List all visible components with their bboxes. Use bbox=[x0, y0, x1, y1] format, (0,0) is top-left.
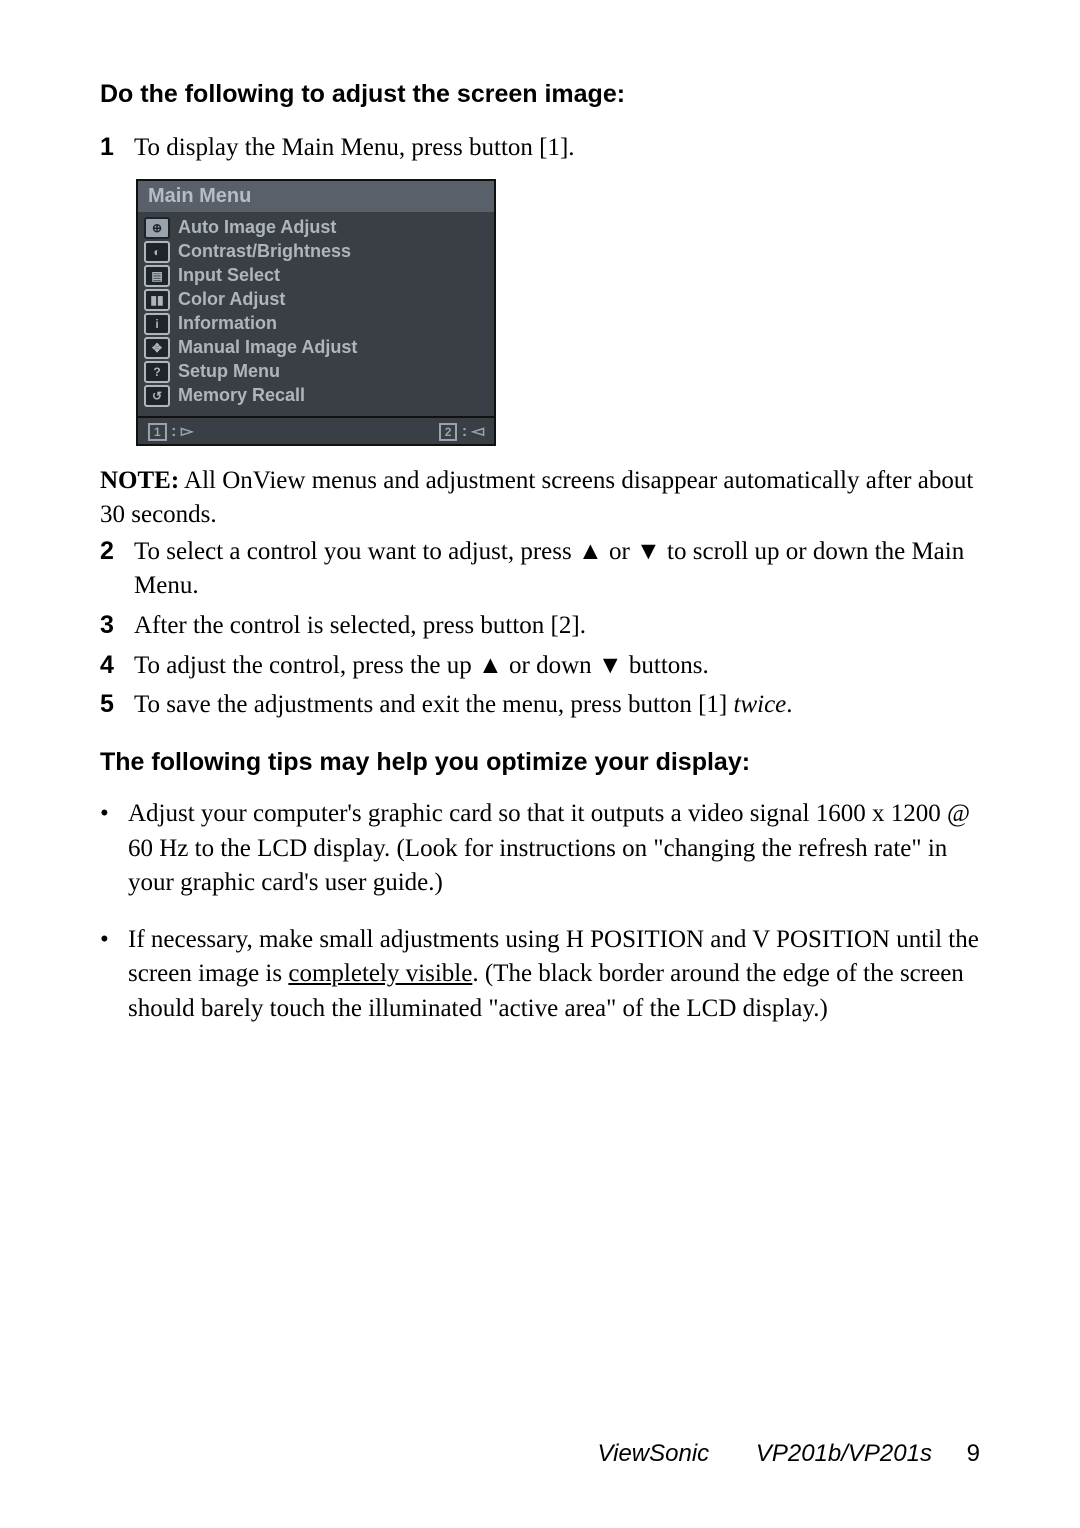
step-number: 2 bbox=[100, 535, 134, 603]
menu-label: Setup Menu bbox=[178, 361, 280, 382]
bullet-icon: • bbox=[100, 923, 128, 1027]
menu-label: Auto Image Adjust bbox=[178, 217, 336, 238]
menu-footer-left: 1 : ▻ bbox=[148, 421, 193, 441]
menu-title: Main Menu bbox=[138, 181, 494, 212]
menu-item-contrast-brightness: ◐ Contrast/Brightness bbox=[144, 240, 488, 264]
menu-label: Memory Recall bbox=[178, 385, 305, 406]
setup-menu-icon: ? bbox=[144, 361, 170, 383]
tip-1: • Adjust your computer's graphic card so… bbox=[100, 797, 980, 901]
step-3: 3 After the control is selected, press b… bbox=[100, 609, 980, 643]
step-text: To display the Main Menu, press button [… bbox=[134, 131, 980, 165]
arrow-left-icon: : ◅ bbox=[462, 423, 484, 440]
menu-label: Contrast/Brightness bbox=[178, 241, 351, 262]
step5-text-a: To save the adjustments and exit the men… bbox=[134, 691, 734, 718]
tip-2: • If necessary, make small adjustments u… bbox=[100, 923, 980, 1027]
footer-page-number: 9 bbox=[967, 1440, 980, 1467]
bullet-icon: • bbox=[100, 797, 128, 901]
note-text: All OnView menus and adjustment screens … bbox=[100, 467, 973, 528]
heading-adjust-image: Do the following to adjust the screen im… bbox=[100, 80, 980, 109]
menu-item-manual-image-adjust: ✥ Manual Image Adjust bbox=[144, 336, 488, 360]
menu-item-color-adjust: ▮▮ Color Adjust bbox=[144, 288, 488, 312]
menu-label: Color Adjust bbox=[178, 289, 285, 310]
menu-label: Input Select bbox=[178, 265, 280, 286]
step-text: To select a control you want to adjust, … bbox=[134, 535, 980, 603]
main-menu-screenshot: Main Menu ⊕ Auto Image Adjust ◐ Contrast… bbox=[136, 179, 496, 446]
note-paragraph: NOTE: All OnView menus and adjustment sc… bbox=[100, 464, 980, 532]
memory-recall-icon: ↺ bbox=[144, 385, 170, 407]
menu-label: Manual Image Adjust bbox=[178, 337, 357, 358]
menu-footer-right: 2 : ◅ bbox=[439, 421, 484, 441]
heading-tips: The following tips may help you optimize… bbox=[100, 748, 980, 777]
step-text: After the control is selected, press but… bbox=[134, 609, 980, 643]
menu-item-memory-recall: ↺ Memory Recall bbox=[144, 384, 488, 408]
step-1: 1 To display the Main Menu, press button… bbox=[100, 131, 980, 165]
key-2-box: 2 bbox=[439, 423, 458, 441]
menu-label: Information bbox=[178, 313, 277, 334]
step-number: 5 bbox=[100, 688, 134, 722]
menu-footer: 1 : ▻ 2 : ◅ bbox=[138, 416, 494, 444]
tip-text: Adjust your computer's graphic card so t… bbox=[128, 797, 980, 901]
menu-item-information: i Information bbox=[144, 312, 488, 336]
menu-item-input-select: ▤ Input Select bbox=[144, 264, 488, 288]
step5-text-twice: twice bbox=[734, 691, 787, 718]
tip-text: If necessary, make small adjustments usi… bbox=[128, 923, 980, 1027]
step-text: To adjust the control, press the up ▲ or… bbox=[134, 649, 980, 683]
information-icon: i bbox=[144, 313, 170, 335]
input-select-icon: ▤ bbox=[144, 265, 170, 287]
note-lead: NOTE: bbox=[100, 467, 179, 494]
auto-image-adjust-icon: ⊕ bbox=[144, 217, 170, 239]
menu-item-setup-menu: ? Setup Menu bbox=[144, 360, 488, 384]
step-number: 4 bbox=[100, 649, 134, 683]
menu-item-auto-image-adjust: ⊕ Auto Image Adjust bbox=[144, 216, 488, 240]
arrow-right-icon: : ▻ bbox=[171, 423, 193, 440]
footer-brand: ViewSonic bbox=[598, 1440, 710, 1467]
step5-text-c: . bbox=[786, 691, 792, 718]
page-footer: ViewSonic VP201b/VP201s 9 bbox=[598, 1440, 980, 1468]
key-1-box: 1 bbox=[148, 423, 167, 441]
contrast-brightness-icon: ◐ bbox=[144, 241, 170, 263]
step-2: 2 To select a control you want to adjust… bbox=[100, 535, 980, 603]
tip2-b: completely visible bbox=[288, 960, 472, 987]
menu-body: ⊕ Auto Image Adjust ◐ Contrast/Brightnes… bbox=[138, 212, 494, 416]
footer-model: VP201b/VP201s bbox=[756, 1440, 932, 1467]
step-4: 4 To adjust the control, press the up ▲ … bbox=[100, 649, 980, 683]
step-number: 3 bbox=[100, 609, 134, 643]
step-number: 1 bbox=[100, 131, 134, 165]
step-5: 5 To save the adjustments and exit the m… bbox=[100, 688, 980, 722]
manual-image-adjust-icon: ✥ bbox=[144, 337, 170, 359]
color-adjust-icon: ▮▮ bbox=[144, 289, 170, 311]
step-text: To save the adjustments and exit the men… bbox=[134, 688, 980, 722]
